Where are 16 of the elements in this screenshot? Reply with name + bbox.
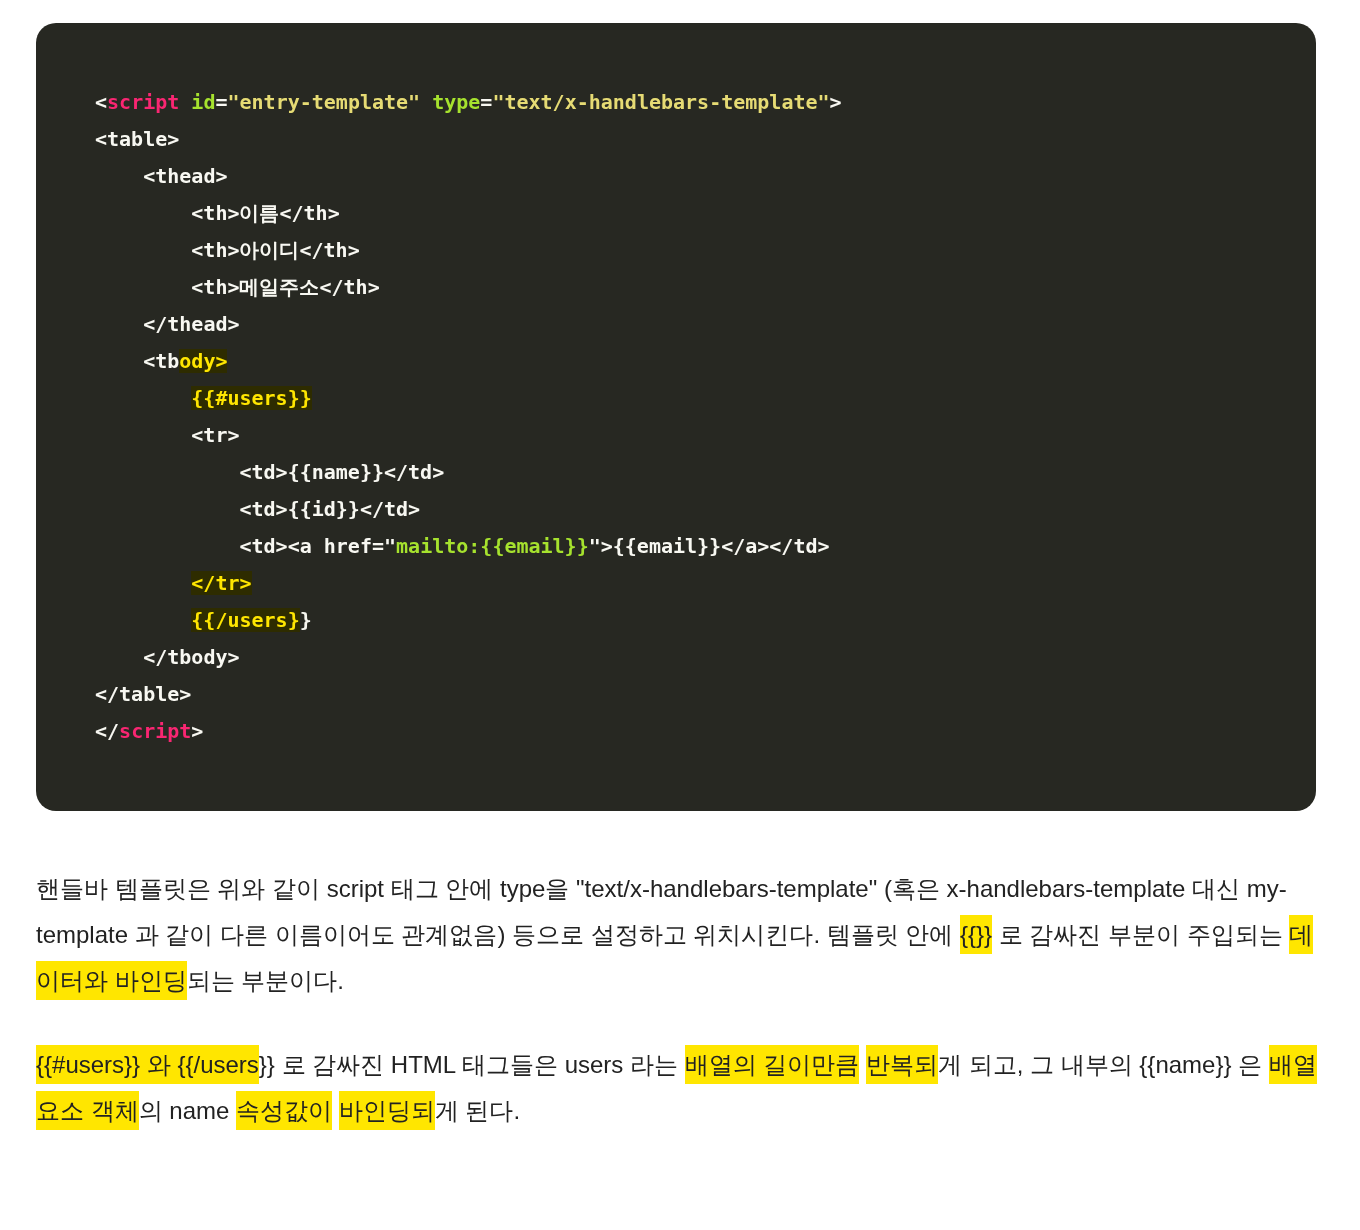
code-line: <table>	[95, 126, 180, 153]
code-line: </table>	[95, 681, 192, 708]
code-line: {{/users}}	[190, 607, 312, 634]
code-line: <script id="entry-template" type="text/x-handlebars-template">	[95, 89, 842, 116]
code-line: <td>{{name}}</td>	[238, 459, 445, 486]
code-line: <tbody>	[142, 348, 228, 375]
code-line: <td>{{id}}</td>	[238, 496, 421, 523]
code-line: <th>아이디</th>	[190, 237, 360, 264]
code-line: </script>	[95, 718, 204, 745]
code-line: <thead>	[142, 163, 228, 190]
code-line: <td><a href="mailto:{{email}}">{{email}}</a></td>	[238, 533, 830, 560]
code-line: <tr>	[190, 422, 240, 449]
code-line: </tbody>	[142, 644, 240, 671]
code-line: <th>이름</th>	[190, 200, 340, 227]
code-line: <th>메일주소</th>	[190, 274, 380, 301]
code-line: </thead>	[142, 311, 240, 338]
